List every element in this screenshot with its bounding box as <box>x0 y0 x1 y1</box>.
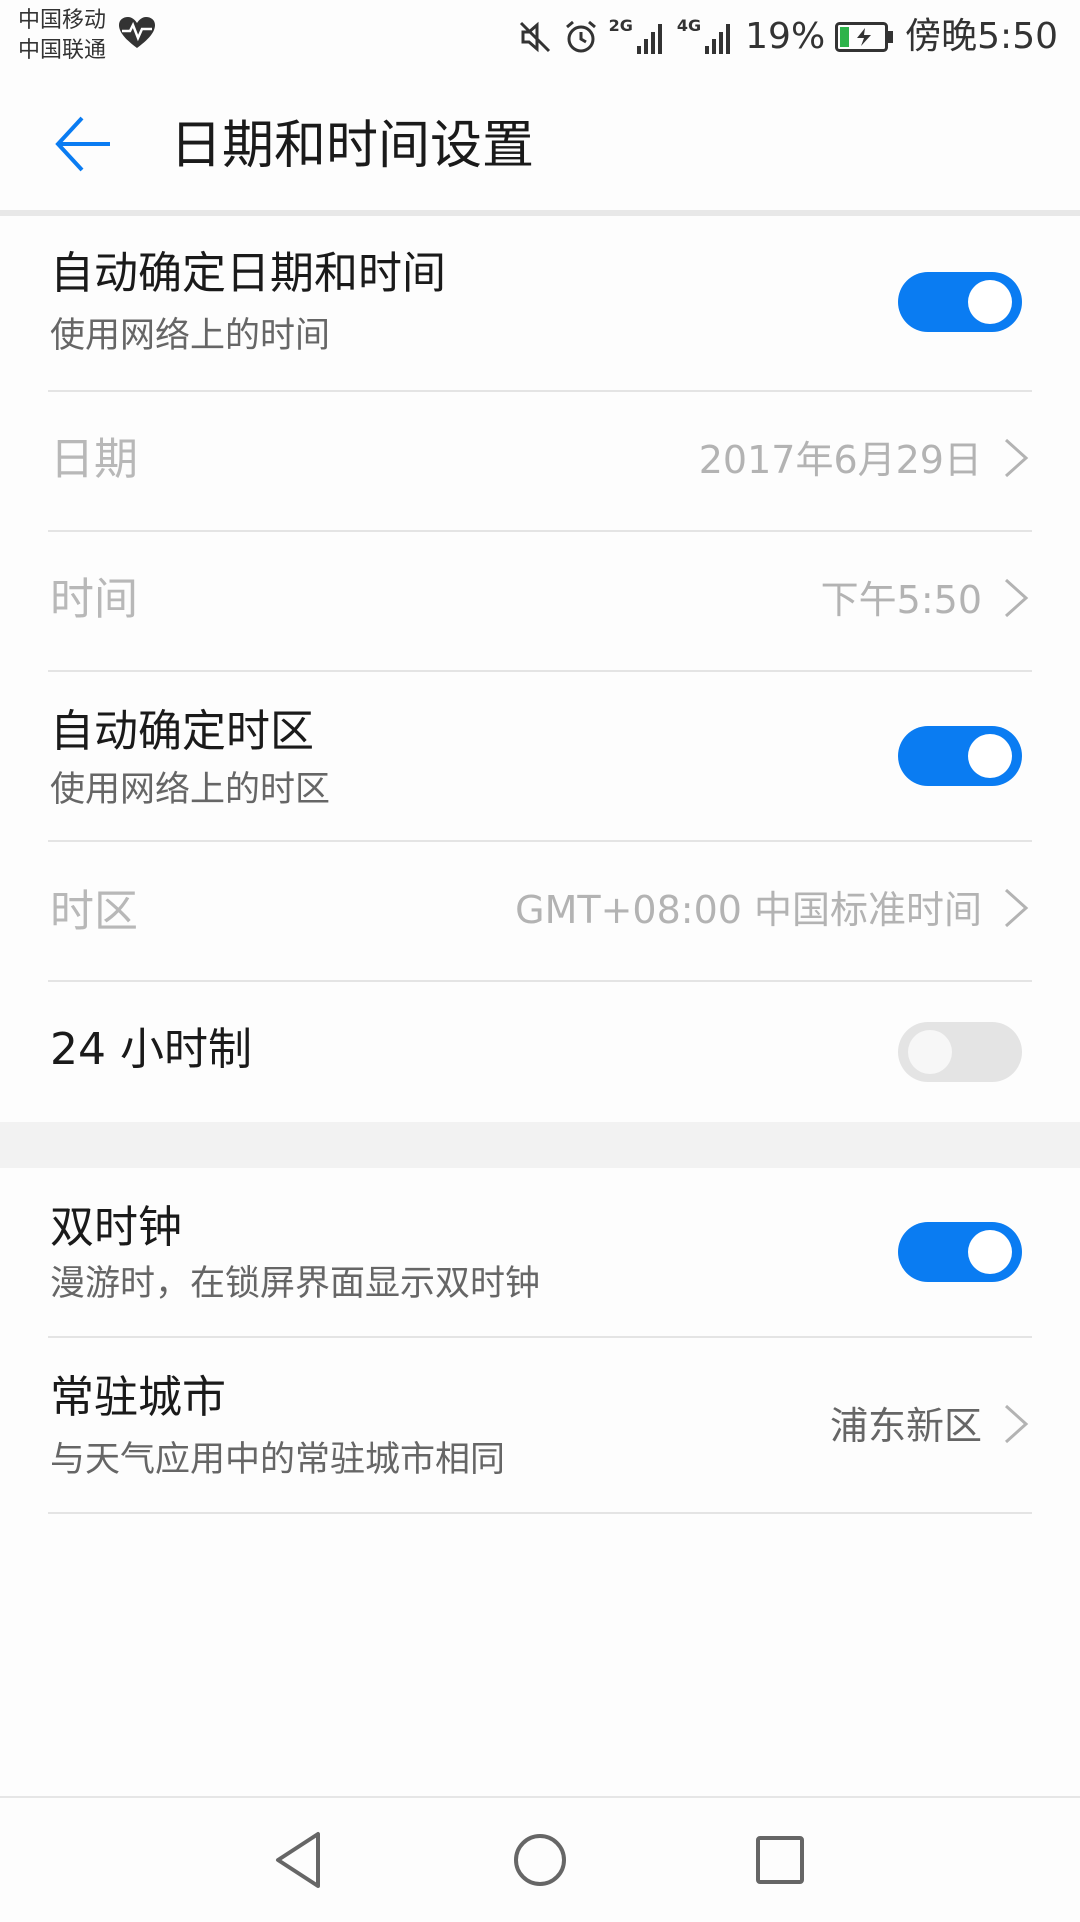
auto-datetime-toggle[interactable] <box>898 272 1022 332</box>
navigation-bar <box>0 1796 1080 1922</box>
signal-icon-2 <box>705 24 731 54</box>
battery-percent: 19% <box>745 16 826 57</box>
auto-datetime-row[interactable]: 自动确定日期和时间 使用网络上的时间 <box>0 216 1080 392</box>
network-type-2: 4G <box>676 15 702 35</box>
hour24-toggle[interactable] <box>898 1022 1022 1082</box>
dual-clock-row[interactable]: 双时钟 漫游时，在锁屏界面显示双时钟 <box>0 1168 1080 1336</box>
section-gap <box>0 1122 1080 1168</box>
dual-clock-subtitle: 漫游时，在锁屏界面显示双时钟 <box>50 1264 541 1304</box>
time-value: 下午5:50 <box>820 578 982 622</box>
date-title: 日期 <box>50 434 138 485</box>
auto-datetime-subtitle: 使用网络上的时间 <box>50 316 331 356</box>
signal-icon-1 <box>636 24 662 54</box>
timezone-value: GMT+08:00 中国标准时间 <box>515 888 982 932</box>
triangle-back-icon[interactable] <box>268 1828 332 1892</box>
mute-icon <box>519 21 550 53</box>
home-city-title: 常驻城市 <box>50 1372 226 1423</box>
time-row[interactable]: 时间 下午5:50 <box>0 532 1080 670</box>
chevron-right-icon <box>1004 888 1029 928</box>
toggle-knob <box>968 280 1012 324</box>
chevron-right-icon <box>1004 1404 1029 1444</box>
status-bar: 中国移动 中国联通 2G 4G 19% 傍晚5:50 <box>0 0 1080 84</box>
circle-home-icon[interactable] <box>508 1828 572 1892</box>
timezone-title: 时区 <box>50 886 138 937</box>
home-city-value: 浦东新区 <box>829 1404 982 1448</box>
carrier-1: 中国移动 <box>18 8 107 33</box>
clock: 傍晚5:50 <box>905 16 1058 57</box>
toggle-knob <box>908 1030 952 1074</box>
dual-clock-toggle[interactable] <box>898 1222 1022 1282</box>
health-heart-icon <box>119 17 155 48</box>
auto-timezone-toggle[interactable] <box>898 726 1022 786</box>
chevron-right-icon <box>1004 578 1029 618</box>
battery-charging-icon <box>835 22 894 52</box>
hour24-title: 24 小时制 <box>50 1024 252 1075</box>
timezone-row[interactable]: 时区 GMT+08:00 中国标准时间 <box>0 842 1080 980</box>
auto-timezone-title: 自动确定时区 <box>50 706 314 757</box>
dual-clock-title: 双时钟 <box>50 1202 182 1253</box>
square-recent-icon[interactable] <box>748 1828 812 1892</box>
status-icons: 2G 4G 19% 傍晚5:50 <box>517 14 1058 60</box>
toggle-knob <box>968 734 1012 778</box>
date-row[interactable]: 日期 2017年6月29日 <box>0 392 1080 530</box>
app-header: 日期和时间设置 <box>0 84 1080 208</box>
divider <box>48 1512 1032 1514</box>
auto-timezone-row[interactable]: 自动确定时区 使用网络上的时区 <box>0 672 1080 840</box>
auto-datetime-title: 自动确定日期和时间 <box>50 248 446 299</box>
time-title: 时间 <box>50 574 138 625</box>
hour24-row[interactable]: 24 小时制 <box>0 982 1080 1122</box>
date-value: 2017年6月29日 <box>698 438 982 482</box>
arrow-left-icon[interactable] <box>52 112 116 176</box>
chevron-right-icon <box>1004 438 1029 478</box>
toggle-knob <box>968 1230 1012 1274</box>
network-type-1: 2G <box>608 15 633 35</box>
page-title: 日期和时间设置 <box>170 116 535 176</box>
carrier-2: 中国联通 <box>18 38 107 63</box>
home-city-subtitle: 与天气应用中的常驻城市相同 <box>50 1440 506 1480</box>
auto-timezone-subtitle: 使用网络上的时区 <box>50 770 331 810</box>
carrier-labels: 中国移动 中国联通 <box>18 6 106 66</box>
alarm-icon <box>565 20 596 53</box>
home-city-row[interactable]: 常驻城市 与天气应用中的常驻城市相同 浦东新区 <box>0 1338 1080 1512</box>
